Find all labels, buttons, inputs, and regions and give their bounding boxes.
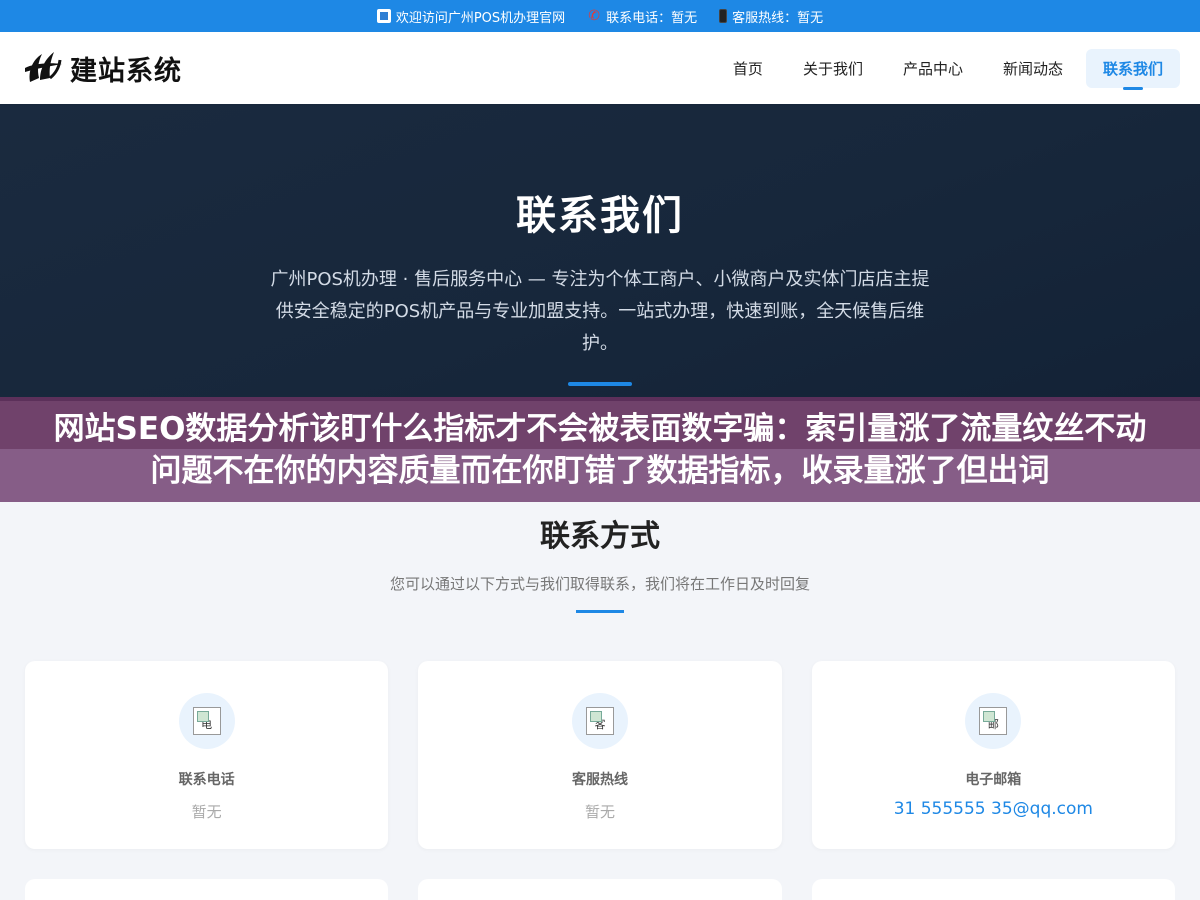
hero-title: 联系我们 — [516, 193, 684, 239]
card-label: 客服热线 — [571, 772, 628, 788]
broken-image-icon: 电 — [192, 707, 221, 735]
section-subtitle: 您可以通过以下方式与我们取得联系，我们将在工作日及时回复 — [389, 575, 810, 593]
phone-icon: ✆ — [588, 8, 600, 24]
phone-card-icon-wrap: 电 — [178, 693, 235, 749]
nav-products[interactable]: 产品中心 — [886, 49, 980, 88]
nav-news[interactable]: 新闻动态 — [986, 49, 1080, 88]
welcome-item: 欢迎访问广州POS机办理官网 — [376, 7, 566, 26]
contact-card-placeholder — [811, 879, 1175, 900]
contact-card-hotline: 客 客服热线 暂无 — [418, 661, 782, 849]
website-icon — [376, 9, 391, 23]
logo-mark-icon — [25, 52, 62, 82]
broken-image-icon: 客 — [585, 707, 614, 735]
logo-text: 建站系统 — [70, 55, 182, 87]
site-logo[interactable]: 建站系统 — [22, 48, 182, 88]
hotline-item: 客服热线：暂无 — [719, 7, 823, 26]
card-label: 联系电话 — [178, 772, 235, 788]
broken-image-icon: 邮 — [979, 707, 1008, 735]
contact-cards: 电 联系电话 暂无 客 客服热线 暂无 邮 电子邮箱 31 555555 35@… — [0, 661, 1200, 849]
email-card-icon-wrap: 邮 — [965, 693, 1022, 749]
nav-contact[interactable]: 联系我们 — [1085, 48, 1180, 90]
card-label: 电子邮箱 — [965, 772, 1022, 788]
welcome-text: 欢迎访问广州POS机办理官网 — [395, 10, 566, 26]
mobile-icon — [719, 9, 728, 23]
section-title: 联系方式 — [540, 519, 660, 554]
overlay-banner[interactable]: 网站SEO数据分析该盯什么指标才不会被表面数字骗：索引量涨了流量纹丝不动问题不在… — [0, 397, 1200, 502]
phone-text: 联系电话：暂无 — [606, 10, 698, 26]
nav-about[interactable]: 关于我们 — [786, 49, 880, 88]
contact-card-email: 邮 电子邮箱 31 555555 35@qq.com — [811, 661, 1175, 849]
phone-item: ✆ 联系电话：暂无 — [587, 7, 697, 26]
banner-text: 网站SEO数据分析该盯什么指标才不会被表面数字骗：索引量涨了流量纹丝不动问题不在… — [53, 410, 1147, 489]
card-value: 暂无 — [191, 803, 222, 821]
contact-card-placeholder — [418, 879, 782, 900]
contact-card-phone: 电 联系电话 暂无 — [25, 661, 389, 849]
card-value: 暂无 — [584, 803, 615, 821]
hero-divider — [568, 382, 632, 386]
nav-home[interactable]: 首页 — [716, 49, 780, 88]
hero-section: 联系我们 广州POS机办理 · 售后服务中心 — 专注为个体工商户、小微商户及实… — [0, 104, 1200, 401]
hotline-card-icon-wrap: 客 — [571, 693, 628, 749]
contact-cards-row-2 — [0, 879, 1200, 900]
top-info-bar: 欢迎访问广州POS机办理官网 ✆ 联系电话：暂无 客服热线：暂无 — [0, 0, 1200, 32]
hotline-text: 客服热线：暂无 — [732, 10, 824, 26]
section-divider — [576, 610, 624, 613]
site-header: 建站系统 首页 关于我们 产品中心 新闻动态 联系我们 — [0, 32, 1200, 104]
hero-description: 广州POS机办理 · 售后服务中心 — 专注为个体工商户、小微商户及实体门店店主… — [270, 269, 930, 354]
email-link[interactable]: 31 555555 35@qq.com — [894, 799, 1093, 819]
contact-card-placeholder — [25, 879, 389, 900]
main-nav: 首页 关于我们 产品中心 新闻动态 联系我们 — [716, 48, 1180, 90]
